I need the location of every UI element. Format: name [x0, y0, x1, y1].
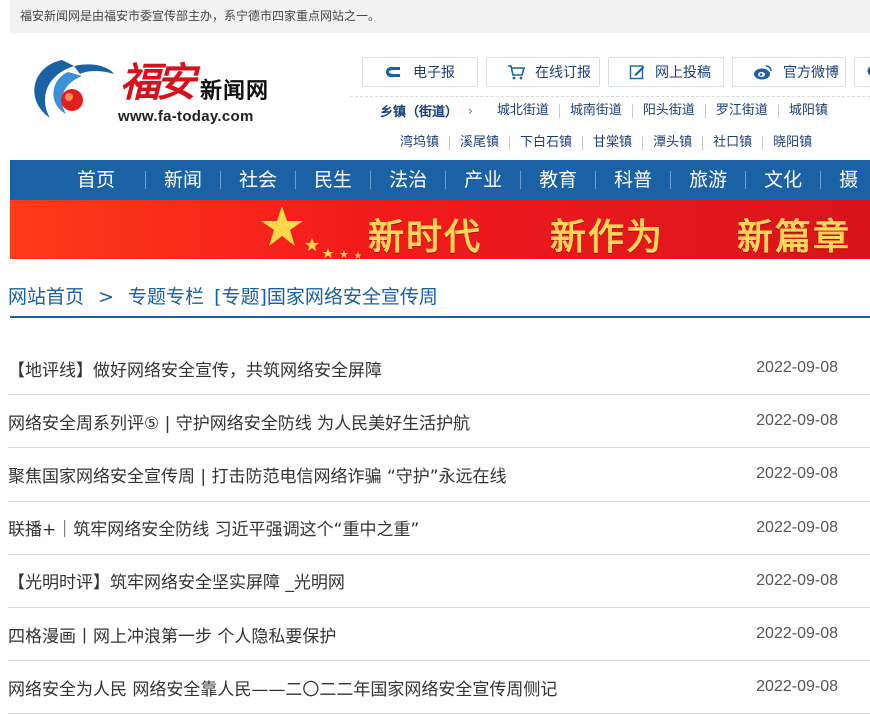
cart-icon [507, 64, 525, 80]
article-title-link[interactable]: 聚焦国家网络安全宣传周 | 打击防范电信网络诈骗 “守护”永远在线 [8, 462, 507, 487]
town-link[interactable]: 下白石镇 [510, 136, 584, 150]
official-weibo-button[interactable]: 官方微博 [732, 57, 846, 87]
town-link[interactable]: 社口镇 [703, 136, 764, 150]
town-links-row-2: 湾坞镇 溪尾镇 下白石镇 甘棠镇 潭头镇 社口镇 晓阳镇 [350, 129, 822, 157]
nav-item-industry[interactable]: 产业 [446, 171, 522, 190]
article-title-link[interactable]: 【地评线】做好网络安全宣传，共筑网络安全屏障 [8, 356, 382, 381]
main-nav: 首页 新闻 社会 民生 法治 产业 教育 科普 旅游 文化 摄 [10, 160, 870, 200]
official-weibo-label: 官方微博 [783, 65, 839, 81]
nav-item-education[interactable]: 教育 [521, 171, 597, 190]
e-newspaper-label: 电子报 [413, 65, 455, 81]
nav-item-law[interactable]: 法治 [371, 171, 447, 190]
town-link[interactable]: 潭头镇 [643, 136, 704, 150]
nav-item-livelihood[interactable]: 民生 [296, 171, 372, 190]
nav-item-photo[interactable]: 摄 [821, 171, 870, 190]
article-title-link[interactable]: 四格漫画丨网上冲浪第一步 个人隐私要保护 [8, 622, 336, 647]
chevron-right-icon: › [468, 103, 473, 118]
banner-phrase: 新时代 [368, 217, 483, 258]
list-item: 联播+｜筑牢网络安全防线 习近平强调这个“重中之重” 2022-09-08 [8, 502, 870, 555]
list-item: 【光明时评】筑牢网络安全坚实屏障 _光明网 2022-09-08 [8, 555, 870, 608]
breadcrumb: 网站首页 > 专题专栏 [专题]国家网络安全宣传周 [8, 282, 438, 309]
list-item: 网络安全为人民 网络安全靠人民——二〇二二年国家网络安全宣传周侧记 2022-0… [8, 661, 870, 714]
nav-item-culture[interactable]: 文化 [746, 171, 822, 190]
site-intro-text: 福安新闻网是由福安市委宣传部主办，系宁德市四家重点网站之一。 [20, 9, 381, 23]
town-link[interactable]: 城北街道 [487, 103, 560, 118]
wechat-button[interactable] [854, 57, 870, 87]
star-icon [261, 206, 362, 259]
article-date: 2022-09-08 [756, 359, 838, 377]
nav-item-society[interactable]: 社会 [221, 171, 297, 190]
subscribe-label: 在线订报 [535, 65, 591, 81]
nav-item-science[interactable]: 科普 [596, 171, 672, 190]
edit-icon [629, 64, 645, 80]
logo-name-text: 新闻网 [200, 78, 270, 104]
nav-item-tourism[interactable]: 旅游 [671, 171, 747, 190]
article-title-link[interactable]: 网络安全周系列评⑤ | 守护网络安全防线 为人民美好生活护航 [8, 409, 470, 434]
nav-item-home[interactable]: 首页 [10, 171, 147, 190]
town-link[interactable]: 罗江街道 [706, 103, 779, 118]
submit-article-button[interactable]: 网上投稿 [608, 57, 724, 87]
article-date: 2022-09-08 [756, 571, 838, 589]
article-date: 2022-09-08 [756, 625, 838, 643]
town-link[interactable]: 城南街道 [560, 103, 633, 118]
article-title-link[interactable]: 【光明时评】筑牢网络安全坚实屏障 _光明网 [8, 568, 345, 593]
town-link[interactable]: 湾坞镇 [350, 136, 451, 150]
article-title-link[interactable]: 联播+｜筑牢网络安全防线 习近平强调这个“重中之重” [8, 515, 419, 540]
list-item: 聚焦国家网络安全宣传周 | 打击防范电信网络诈骗 “守护”永远在线 2022-0… [8, 448, 870, 502]
e-newspaper-button[interactable]: 电子报 [362, 57, 478, 87]
breadcrumb-home[interactable]: 网站首页 [8, 286, 84, 308]
weibo-icon [753, 64, 773, 80]
breadcrumb-current[interactable]: [专题]国家网络安全宣传周 [214, 286, 438, 308]
article-date: 2022-09-08 [756, 678, 838, 696]
quick-links: 电子报 在线订报 网上投稿 官方微博 [362, 57, 870, 87]
breadcrumb-separator: > [98, 286, 114, 308]
town-link[interactable]: 甘棠镇 [583, 136, 644, 150]
town-link[interactable]: 城阳镇 [779, 103, 838, 118]
nav-item-news[interactable]: 新闻 [146, 171, 222, 190]
town-link[interactable]: 溪尾镇 [450, 136, 511, 150]
list-item: 【地评线】做好网络安全宣传，共筑网络安全屏障 2022-09-08 [8, 342, 870, 396]
town-link[interactable]: 晓阳镇 [763, 136, 822, 150]
banner-phrase: 新作为 [550, 217, 665, 258]
town-links-row-1: 乡镇（街道） › 城北街道 城南街道 阳头街道 罗江街道 城阳镇 [350, 96, 870, 124]
list-item: 网络安全周系列评⑤ | 守护网络安全防线 为人民美好生活护航 2022-09-0… [8, 395, 870, 449]
submit-article-label: 网上投稿 [655, 65, 711, 81]
newspaper-icon [383, 64, 403, 80]
banner-phrase: 新篇章 [737, 217, 852, 258]
list-item: 四格漫画丨网上冲浪第一步 个人隐私要保护 2022-09-08 [8, 608, 870, 662]
article-date: 2022-09-08 [756, 518, 838, 536]
breadcrumb-section[interactable]: 专题专栏 [128, 286, 204, 308]
article-title-link[interactable]: 网络安全为人民 网络安全靠人民——二〇二二年国家网络安全宣传周侧记 [8, 675, 557, 700]
article-list: 【地评线】做好网络安全宣传，共筑网络安全屏障 2022-09-08 网络安全周系… [8, 342, 870, 714]
article-date: 2022-09-08 [756, 465, 838, 483]
site-intro-bar: 福安新闻网是由福安市委宣传部主办，系宁德市四家重点网站之一。 [10, 0, 870, 33]
town-link[interactable]: 阳头街道 [633, 103, 706, 118]
logo-url-text: www.fa-today.com [118, 108, 254, 125]
slogan-banner: 新时代 新作为 新篇章 [10, 200, 870, 259]
towns-label: 乡镇（街道） [380, 105, 459, 120]
subscribe-button[interactable]: 在线订报 [486, 57, 600, 87]
logo-brush-text: 福安 [120, 59, 196, 106]
breadcrumb-divider [10, 316, 870, 318]
article-date: 2022-09-08 [756, 412, 838, 430]
